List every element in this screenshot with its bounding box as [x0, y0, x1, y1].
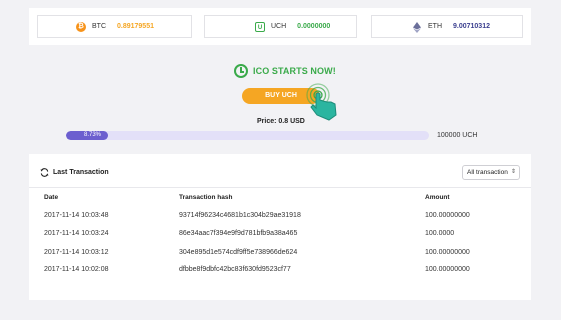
row-amount: 100.00000000 — [425, 249, 470, 256]
row-hash: dfbbe8f9dbfc42bc83f630fd9523cf77 — [179, 266, 291, 273]
column-header-hash: Transaction hash — [179, 194, 233, 201]
table-row: 2017-11-14 10:03:24 86e34aac7f394e9f9d78… — [29, 230, 531, 248]
row-date: 2017-11-14 10:02:08 — [44, 266, 109, 273]
uch-wallet-card: U UCH 0.0000000 — [204, 15, 357, 38]
transactions-title-text: Last Transaction — [53, 169, 109, 176]
column-header-date: Date — [44, 194, 59, 201]
token-price: Price: 0.8 USD — [257, 118, 305, 125]
eth-wallet-card: ETH 9.00710312 — [371, 15, 523, 38]
table-divider — [29, 187, 531, 188]
table-row: 2017-11-14 10:03:12 304e895d1e574cdf9ff5… — [29, 249, 531, 267]
pointing-hand-icon — [306, 83, 337, 121]
row-amount: 100.00000000 — [425, 266, 470, 273]
bitcoin-icon: ₿ — [76, 21, 86, 32]
uch-symbol: UCH — [271, 23, 287, 30]
row-date: 2017-11-14 10:03:48 — [44, 212, 109, 219]
btc-balance: 0.89179551 — [117, 23, 154, 30]
row-hash: 86e34aac7f394e9f9d781bfb9a38a465 — [179, 230, 298, 237]
table-row: 2017-11-14 10:02:08 dfbbe8f9dbfc42bc83f6… — [29, 266, 531, 284]
row-hash: 93714f96234c4681b1c304b29ae31918 — [179, 212, 301, 219]
btc-symbol: BTC — [92, 23, 106, 30]
last-transaction-panel: Last Transaction All transaction ⇕ Date … — [29, 154, 531, 300]
ethereum-icon — [412, 21, 422, 33]
ico-heading: ICO STARTS NOW! — [234, 63, 336, 78]
ico-token-cap: 100000 UCH — [437, 132, 478, 139]
transactions-title: Last Transaction — [40, 168, 109, 177]
select-arrows-icon: ⇕ — [510, 169, 516, 175]
refresh-icon — [40, 168, 49, 177]
transaction-filter-value: All transaction — [467, 169, 508, 176]
eth-balance: 9.00710312 — [453, 23, 490, 30]
wallet-balances-panel: ₿ BTC 0.89179551 U UCH 0.0000000 ETH 9.0… — [29, 8, 531, 45]
ico-progress-fill: 8.73% — [66, 131, 108, 140]
row-amount: 100.00000000 — [425, 212, 470, 219]
ico-progress-bar: 8.73% — [66, 131, 429, 140]
row-amount: 100.0000 — [425, 230, 455, 237]
eth-symbol: ETH — [428, 23, 442, 30]
column-header-amount: Amount — [425, 194, 450, 201]
row-date: 2017-11-14 10:03:24 — [44, 230, 109, 237]
table-row: 2017-11-14 10:03:48 93714f96234c4681b1c3… — [29, 212, 531, 230]
row-date: 2017-11-14 10:03:12 — [44, 249, 109, 256]
uch-icon: U — [255, 21, 265, 32]
uch-balance: 0.0000000 — [297, 23, 331, 30]
clock-icon — [234, 63, 248, 78]
ico-heading-text: ICO STARTS NOW! — [253, 65, 336, 76]
btc-wallet-card: ₿ BTC 0.89179551 — [37, 15, 192, 38]
row-hash: 304e895d1e574cdf9ff5e738966de624 — [179, 249, 298, 256]
transaction-filter-select[interactable]: All transaction ⇕ — [462, 165, 520, 180]
